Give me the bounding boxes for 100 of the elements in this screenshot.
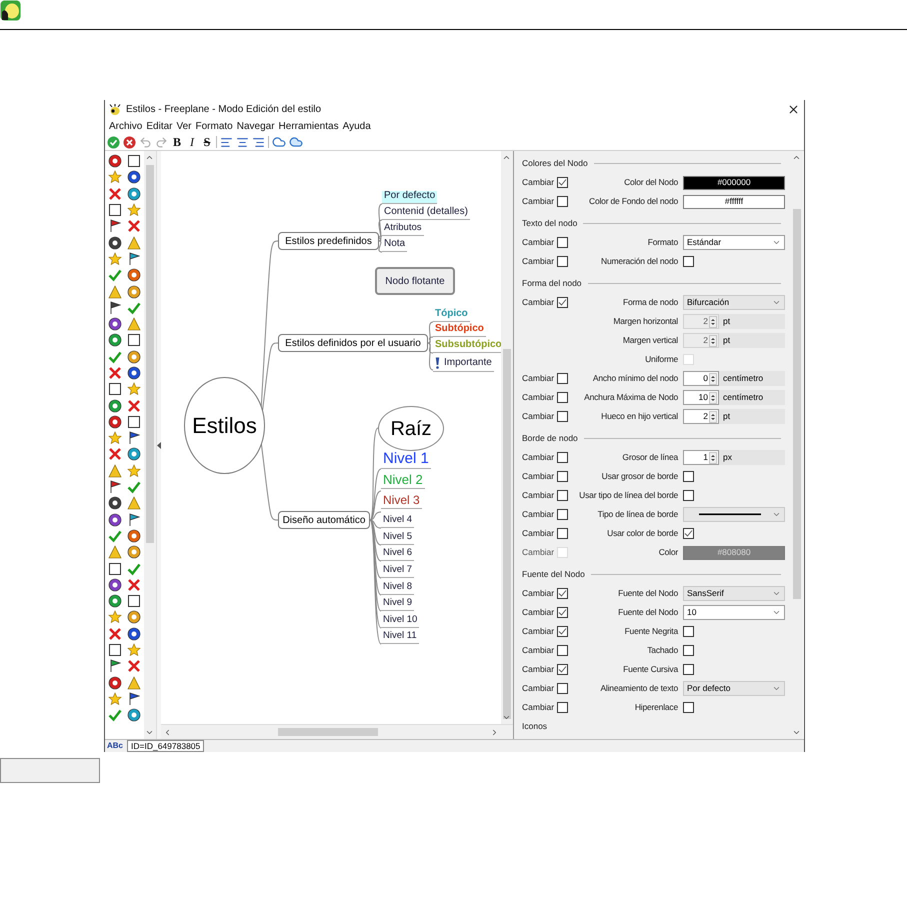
check-icon[interactable] xyxy=(127,480,142,494)
checkbox[interactable] xyxy=(557,588,568,599)
star-icon[interactable] xyxy=(127,382,142,396)
checkbox[interactable] xyxy=(557,528,568,539)
branch-node[interactable]: Estilos definidos por el usuario xyxy=(278,334,428,352)
circle-icon[interactable] xyxy=(108,154,122,168)
cross-icon[interactable] xyxy=(127,398,142,413)
flag-icon[interactable] xyxy=(127,252,142,266)
circle-icon[interactable] xyxy=(127,626,142,641)
scroll-down-icon[interactable] xyxy=(502,713,511,722)
map-node[interactable]: Nivel 8 xyxy=(381,582,414,594)
square-icon[interactable] xyxy=(127,414,142,429)
checkbox[interactable] xyxy=(683,664,694,675)
star-icon[interactable] xyxy=(108,170,122,184)
checkbox[interactable] xyxy=(683,528,694,539)
collapse-arrow-icon[interactable] xyxy=(157,442,161,448)
checkbox[interactable] xyxy=(557,373,568,384)
circle-icon[interactable] xyxy=(108,317,122,332)
triangle-icon[interactable] xyxy=(127,676,142,690)
format-button[interactable]: S xyxy=(201,136,213,148)
dropdown[interactable]: Bifurcación xyxy=(683,295,785,310)
checkbox[interactable] xyxy=(557,297,568,308)
color-swatch[interactable]: #ffffff xyxy=(683,194,785,208)
check-icon[interactable] xyxy=(108,350,122,364)
checkbox[interactable] xyxy=(683,256,694,267)
checkbox[interactable] xyxy=(557,177,568,188)
vertical-scrollbar[interactable] xyxy=(501,151,513,724)
menu-item[interactable]: Archivo xyxy=(107,119,144,134)
spinner-arrows-icon[interactable] xyxy=(709,452,717,464)
scrollbar-thumb[interactable] xyxy=(503,349,511,719)
number-field[interactable]: 2 xyxy=(683,409,719,424)
number-field[interactable]: 1 xyxy=(683,450,719,465)
map-node[interactable]: Nivel 9 xyxy=(381,598,414,610)
circle-icon[interactable] xyxy=(127,366,142,380)
confirm-icon[interactable] xyxy=(107,136,120,149)
square-icon[interactable] xyxy=(127,333,142,348)
map-node[interactable]: Importante xyxy=(433,357,494,372)
scroll-left-icon[interactable] xyxy=(163,728,172,737)
star-icon[interactable] xyxy=(108,692,122,706)
circle-icon[interactable] xyxy=(127,350,142,364)
number-field[interactable]: 10 xyxy=(683,390,719,405)
checkbox[interactable] xyxy=(557,411,568,422)
checkbox[interactable] xyxy=(557,664,568,675)
triangle-icon[interactable] xyxy=(108,545,122,560)
circle-icon[interactable] xyxy=(108,676,122,690)
star-icon[interactable] xyxy=(108,610,122,624)
checkbox[interactable] xyxy=(683,626,694,637)
scroll-down-icon[interactable] xyxy=(145,728,154,737)
star-icon[interactable] xyxy=(127,464,142,478)
map-node[interactable]: Nivel 4 xyxy=(381,515,414,528)
star-icon[interactable] xyxy=(127,643,142,658)
spinner-arrows-icon[interactable] xyxy=(709,372,717,384)
checkbox[interactable] xyxy=(557,490,568,501)
flag-icon[interactable] xyxy=(108,480,122,494)
dropdown[interactable]: Por defecto xyxy=(683,681,785,696)
square-icon[interactable] xyxy=(108,562,122,576)
flag-icon[interactable] xyxy=(108,219,122,234)
checkbox[interactable] xyxy=(557,237,568,248)
scrollbar-thumb[interactable] xyxy=(793,209,801,599)
branch-node[interactable]: Estilos predefinidos xyxy=(278,232,379,250)
circle-icon[interactable] xyxy=(108,496,122,510)
flag-icon[interactable] xyxy=(127,512,142,527)
align-center-icon[interactable] xyxy=(236,136,249,149)
circle-icon[interactable] xyxy=(127,528,142,543)
format-button[interactable]: B xyxy=(171,136,183,148)
flag-icon[interactable] xyxy=(108,659,122,674)
blank-button[interactable] xyxy=(0,758,100,783)
cross-icon[interactable] xyxy=(108,366,122,380)
checkbox[interactable] xyxy=(557,509,568,520)
check-icon[interactable] xyxy=(127,300,142,315)
map-node[interactable]: Nivel 10 xyxy=(381,615,420,628)
triangle-icon[interactable] xyxy=(127,236,142,250)
circle-icon[interactable] xyxy=(127,268,142,282)
circle-icon[interactable] xyxy=(108,398,122,413)
branch-node[interactable]: Diseño automático xyxy=(278,511,370,529)
cross-icon[interactable] xyxy=(127,219,142,234)
map-node[interactable]: Nivel 6 xyxy=(381,548,414,560)
close-icon[interactable] xyxy=(787,103,800,116)
oval-node[interactable]: Raíz xyxy=(378,406,444,451)
menu-item[interactable]: Formato xyxy=(194,119,235,134)
circle-icon[interactable] xyxy=(127,284,142,299)
map-node[interactable]: Nivel 3 xyxy=(381,494,422,509)
spinner-arrows-icon[interactable] xyxy=(709,392,717,404)
checkbox[interactable] xyxy=(557,626,568,637)
circle-icon[interactable] xyxy=(108,414,122,429)
checkbox[interactable] xyxy=(557,683,568,694)
circle-icon[interactable] xyxy=(127,708,142,722)
star-icon[interactable] xyxy=(108,252,122,266)
circle-icon[interactable] xyxy=(127,186,142,201)
cloud-icon[interactable] xyxy=(289,135,303,150)
triangle-icon[interactable] xyxy=(127,496,142,510)
checkbox[interactable] xyxy=(557,645,568,656)
number-field[interactable]: 0 xyxy=(683,371,719,386)
square-icon[interactable] xyxy=(108,203,122,218)
scroll-down-icon[interactable] xyxy=(792,728,801,737)
map-node[interactable]: Contenid (detalles) xyxy=(382,207,470,220)
circle-icon[interactable] xyxy=(127,170,142,184)
dropdown[interactable]: Estándar xyxy=(683,235,785,250)
scroll-up-icon[interactable] xyxy=(502,153,511,162)
map-node[interactable]: Subtópico xyxy=(433,324,486,337)
